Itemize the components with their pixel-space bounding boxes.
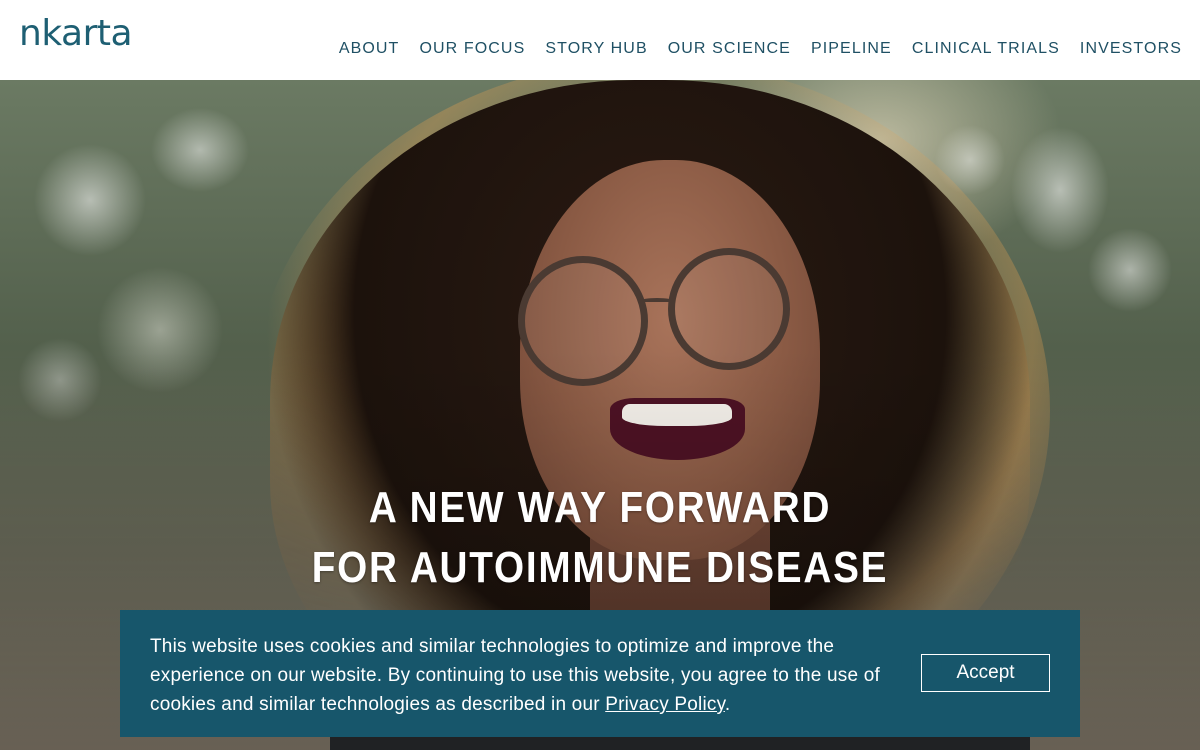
nav-item-about[interactable]: ABOUT <box>339 40 400 58</box>
hero-headline-line1: A NEW WAY FORWARD <box>368 483 832 532</box>
hero-headline-line2: FOR AUTOIMMUNE DISEASE <box>311 543 889 592</box>
cookie-message-end: . <box>724 694 731 715</box>
nav-item-clinical-trials[interactable]: CLINICAL TRIALS <box>912 40 1060 58</box>
nkarta-logo[interactable]: nkarta <box>19 16 133 52</box>
nav-item-our-focus[interactable]: OUR FOCUS <box>419 40 525 58</box>
nav-item-our-science[interactable]: OUR SCIENCE <box>668 40 791 58</box>
cookie-message: This website uses cookies and similar te… <box>150 632 910 719</box>
privacy-policy-link[interactable]: Privacy Policy <box>605 694 725 715</box>
nav-item-story-hub[interactable]: STORY HUB <box>545 40 647 58</box>
cookie-banner: This website uses cookies and similar te… <box>120 610 1080 737</box>
cookie-message-text: This website uses cookies and similar te… <box>150 636 880 715</box>
nav-item-investors[interactable]: INVESTORS <box>1080 40 1182 58</box>
nav-item-pipeline[interactable]: PIPELINE <box>811 40 892 58</box>
main-nav: ABOUT OUR FOCUS STORY HUB OUR SCIENCE PI… <box>339 40 1182 58</box>
accept-cookies-button[interactable]: Accept <box>921 654 1050 692</box>
site-header: nkarta ABOUT OUR FOCUS STORY HUB OUR SCI… <box>0 0 1200 80</box>
